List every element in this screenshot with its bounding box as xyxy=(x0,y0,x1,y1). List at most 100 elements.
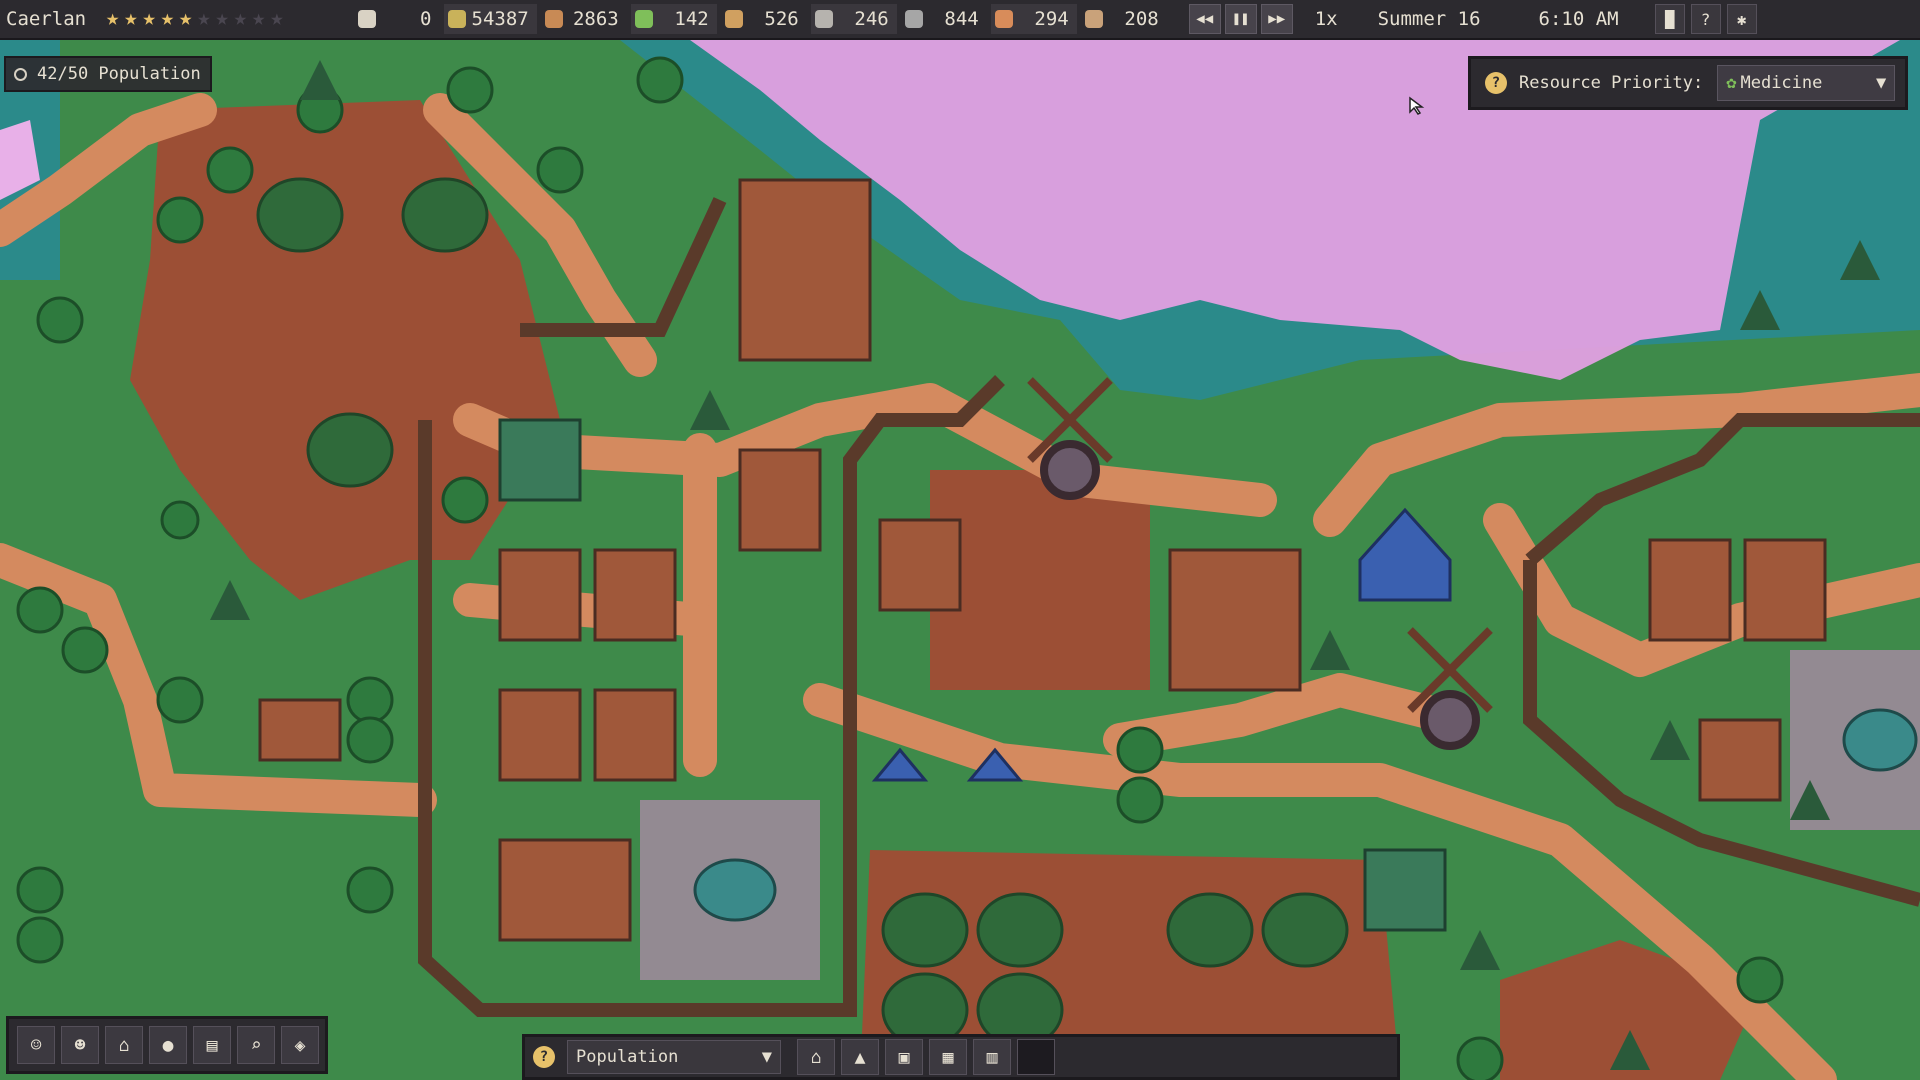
buildings-icon: ⌂ xyxy=(118,1034,130,1056)
speed-controls: ◀◀ ❚❚ ▶▶ xyxy=(1188,4,1297,34)
resource-value: 526 xyxy=(764,8,799,30)
workers-tool-button[interactable]: ☻ xyxy=(61,1026,99,1064)
manor-build-button[interactable]: ▦ xyxy=(929,1039,967,1075)
town-name[interactable]: Caerlan xyxy=(0,8,102,30)
house-build-button[interactable]: ⌂ xyxy=(797,1039,835,1075)
help-button[interactable]: ? xyxy=(1690,4,1721,34)
build-category-label: Population xyxy=(576,1047,679,1067)
happiness-icon xyxy=(357,10,376,28)
wood-icon xyxy=(544,10,563,28)
plank-icon xyxy=(724,10,743,28)
tent-icon: ▲ xyxy=(854,1046,866,1068)
rewind-icon: ◀◀ xyxy=(1196,11,1214,27)
wood-counter[interactable]: 2863 xyxy=(541,4,627,34)
build-help-icon[interactable]: ? xyxy=(533,1046,555,1068)
game-map[interactable] xyxy=(0,0,1920,1080)
star-empty-icon: ★ xyxy=(215,6,229,31)
ore-icon xyxy=(1084,10,1103,28)
buildings-tool-button[interactable]: ⌂ xyxy=(105,1026,143,1064)
star-filled-icon: ★ xyxy=(142,6,156,31)
star-empty-icon: ★ xyxy=(233,6,247,31)
cabin-build-button[interactable]: ▣ xyxy=(885,1039,923,1075)
star-filled-icon: ★ xyxy=(124,6,138,31)
priority-help-icon[interactable]: ? xyxy=(1485,72,1507,94)
resource-value: 0 xyxy=(420,8,432,30)
resource-value: 208 xyxy=(1124,8,1159,30)
resource-value: 142 xyxy=(674,8,709,30)
locked-building-build-button xyxy=(1017,1039,1055,1075)
happiness-counter[interactable]: 0 xyxy=(354,4,440,34)
building-options: ⌂ ▲ ▣ ▦ ▥ xyxy=(797,1039,1055,1075)
fast-forward-icon: ▶▶ xyxy=(1268,11,1286,27)
tool-icon xyxy=(904,10,923,28)
townhouse-icon: ▥ xyxy=(986,1046,998,1068)
book-tool-button[interactable]: ▤ xyxy=(193,1026,231,1064)
resource-value: 294 xyxy=(1034,8,1069,30)
mouse-cursor-icon xyxy=(1409,96,1425,115)
map-terrain xyxy=(0,40,1920,1080)
stone-counter[interactable]: 246 xyxy=(810,4,897,34)
resources-icon: ● xyxy=(162,1034,174,1056)
clock-time: 6:10 AM xyxy=(1538,8,1619,30)
townhouse-build-button[interactable]: ▥ xyxy=(973,1039,1011,1075)
question-icon: ? xyxy=(1700,9,1711,29)
build-bar: ? Population ▼ ⌂ ▲ ▣ ▦ ▥ xyxy=(522,1034,1400,1080)
star-empty-icon: ★ xyxy=(252,6,266,31)
house-icon: ⌂ xyxy=(810,1046,822,1068)
food-icon xyxy=(994,10,1013,28)
tool-bar: ☺ ☻ ⌂ ● ▤ ⌕ ◈ xyxy=(6,1016,328,1074)
tent-build-button[interactable]: ▲ xyxy=(841,1039,879,1075)
workers-icon: ☻ xyxy=(74,1034,86,1056)
stone-icon xyxy=(814,10,833,28)
bar-chart-icon: ▐▌ xyxy=(1659,9,1680,29)
manor-icon: ▦ xyxy=(942,1046,954,1068)
plank-counter[interactable]: 526 xyxy=(721,4,807,34)
population-label: 42/50 Population xyxy=(37,64,201,84)
rewind-button[interactable]: ◀◀ xyxy=(1188,4,1221,34)
gold-icon xyxy=(447,10,466,28)
resource-value: 844 xyxy=(944,8,979,30)
medicine-counter[interactable]: 142 xyxy=(630,4,717,34)
pause-button[interactable]: ❚❚ xyxy=(1224,4,1257,34)
resource-value: 2863 xyxy=(572,8,619,30)
gear-icon: ✱ xyxy=(1736,9,1747,29)
build-category-dropdown[interactable]: Population ▼ xyxy=(567,1040,781,1074)
chevron-down-icon: ▼ xyxy=(761,1047,772,1067)
resource-priority-panel: ? Resource Priority: ✿ Medicine ▼ xyxy=(1468,56,1908,110)
top-bar: Caerlan ★ ★ ★ ★ ★ ★ ★ ★ ★ ★ 0 54387 2863 142 526 246 84… xyxy=(0,0,1920,40)
star-filled-icon: ★ xyxy=(179,6,193,31)
dirt-field-center xyxy=(930,470,1150,690)
food-counter[interactable]: 294 xyxy=(990,4,1077,34)
resources-tool-button[interactable]: ● xyxy=(149,1026,187,1064)
resource-list: 0 54387 2863 142 526 246 844 294 208 xyxy=(354,4,1171,34)
ore-counter[interactable]: 208 xyxy=(1081,4,1167,34)
stats-button[interactable]: ▐▌ xyxy=(1654,4,1685,34)
villager-tool-button[interactable]: ☺ xyxy=(17,1026,55,1064)
chevron-down-icon: ▼ xyxy=(1875,73,1887,93)
book-icon: ▤ xyxy=(206,1034,218,1056)
speed-indicator: 1x xyxy=(1314,8,1338,30)
tool-counter[interactable]: 844 xyxy=(901,4,987,34)
map-tool-button[interactable]: ◈ xyxy=(281,1026,319,1064)
settings-button[interactable]: ✱ xyxy=(1726,4,1757,34)
star-filled-icon: ★ xyxy=(106,6,120,31)
medicine-icon xyxy=(634,10,653,28)
gold-counter[interactable]: 54387 xyxy=(443,4,537,34)
map-icon: ◈ xyxy=(294,1034,306,1056)
magnify-icon: ⌕ xyxy=(250,1034,262,1056)
star-empty-icon: ★ xyxy=(270,6,284,31)
medicine-icon: ✿ xyxy=(1726,73,1737,93)
resource-priority-dropdown[interactable]: ✿ Medicine ▼ xyxy=(1717,65,1896,101)
population-counter[interactable]: 42/50 Population xyxy=(4,56,212,92)
villager-icon: ☺ xyxy=(30,1034,42,1056)
town-rating[interactable]: ★ ★ ★ ★ ★ ★ ★ ★ ★ ★ xyxy=(106,8,284,30)
resource-priority-label: Resource Priority: xyxy=(1519,73,1704,93)
resource-value: 246 xyxy=(854,8,889,30)
pause-icon: ❚❚ xyxy=(1232,11,1250,27)
star-empty-icon: ★ xyxy=(197,6,211,31)
cabin-icon: ▣ xyxy=(898,1046,910,1068)
fast-forward-button[interactable]: ▶▶ xyxy=(1260,4,1293,34)
population-icon xyxy=(14,67,27,81)
season-date: Summer 16 xyxy=(1377,8,1481,30)
magnify-tool-button[interactable]: ⌕ xyxy=(237,1026,275,1064)
